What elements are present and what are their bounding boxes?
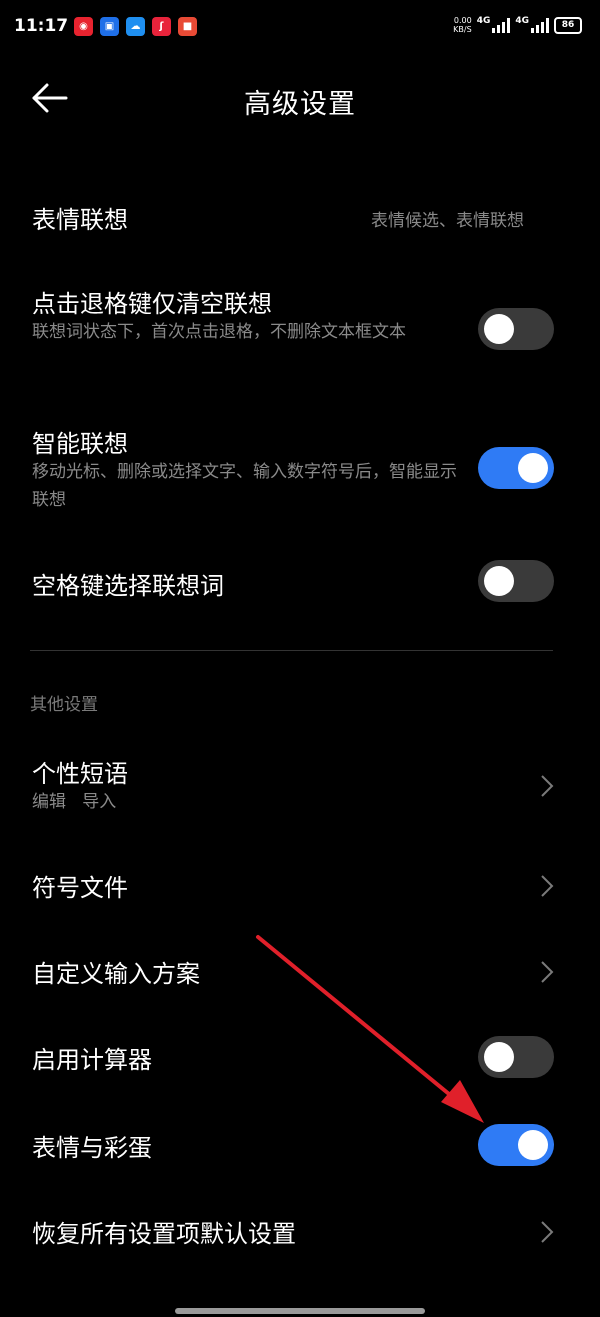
toggle-knob (484, 314, 514, 344)
section-divider (30, 650, 553, 651)
signal-icon-2 (531, 17, 549, 33)
chevron-right-icon (541, 1221, 554, 1243)
notification-icons: ◉ ▣ ☁ ʃ ■ (74, 17, 197, 36)
row-title: 智能联想 (32, 430, 128, 458)
symbol-files-row[interactable]: 符号文件 (0, 854, 600, 918)
row-title: 符号文件 (32, 874, 128, 902)
row-title: 恢复所有设置项默认设置 (32, 1220, 296, 1248)
restore-defaults-row[interactable]: 恢复所有设置项默认设置 (0, 1200, 600, 1264)
backspace-clear-row: 点击退格键仅清空联想 联想词状态下，首次点击退格，不删除文本框文本 (0, 280, 600, 380)
backspace-clear-toggle[interactable] (478, 308, 554, 350)
row-title: 空格键选择联想词 (32, 572, 224, 600)
row-subtitle: 编辑 导入 (32, 792, 117, 812)
personal-phrases-row[interactable]: 个性短语 编辑 导入 (0, 748, 600, 828)
network-speed: 0.00 KB/S (453, 16, 472, 34)
page-title: 高级设置 (244, 89, 356, 120)
row-title: 自定义输入方案 (32, 960, 200, 988)
row-title: 表情与彩蛋 (32, 1134, 152, 1162)
network-type-1: 4G (476, 16, 491, 26)
status-time: 11:17 (14, 16, 69, 36)
smart-association-toggle[interactable] (478, 447, 554, 489)
baidu-app-icon: ▣ (100, 17, 119, 36)
chevron-right-icon (541, 875, 554, 897)
signal-icon (492, 17, 511, 33)
row-title: 点击退格键仅清空联想 (32, 290, 272, 318)
toggle-knob (518, 1130, 548, 1160)
section-label: 其他设置 (30, 695, 98, 715)
emoji-easter-egg-toggle[interactable] (478, 1124, 554, 1166)
toggle-knob (518, 453, 548, 483)
network-type-2: 4G (515, 16, 529, 26)
row-title: 个性短语 (32, 760, 128, 788)
status-bar: 11:17 ◉ ▣ ☁ ʃ ■ 0.00 KB/S 4G 4G 86 (0, 0, 600, 56)
smart-association-row: 智能联想 移动光标、删除或选择文字、输入数字符号后，智能显示联想 (0, 420, 600, 520)
weibo-app-icon: ◉ (74, 17, 93, 36)
chevron-right-icon (541, 961, 554, 983)
space-select-toggle[interactable] (478, 560, 554, 602)
custom-input-scheme-row[interactable]: 自定义输入方案 (0, 940, 600, 1004)
home-indicator[interactable] (175, 1308, 425, 1314)
row-subtitle: 联想词状态下，首次点击退格，不删除文本框文本 (32, 322, 406, 342)
row-value: 表情候选、表情联想 (371, 211, 524, 231)
toggle-knob (484, 566, 514, 596)
space-select-row: 空格键选择联想词 (0, 552, 600, 612)
video-app-icon: ■ (178, 17, 197, 36)
chevron-right-icon (541, 775, 554, 797)
cloud-app-icon: ☁ (126, 17, 145, 36)
emoji-association-row[interactable]: 表情联想 表情候选、表情联想 (0, 180, 600, 254)
pinduoduo-app-icon: ʃ (152, 17, 171, 36)
row-subtitle: 移动光标、删除或选择文字、输入数字符号后，智能显示联想 (32, 462, 457, 510)
status-indicators: 0.00 KB/S 4G 4G 86 (453, 16, 582, 34)
battery-icon: 86 (554, 16, 582, 34)
emoji-easter-egg-row: 表情与彩蛋 (0, 1114, 600, 1178)
app-header: 高级设置 (0, 62, 600, 132)
calculator-toggle[interactable] (478, 1036, 554, 1078)
toggle-knob (484, 1042, 514, 1072)
row-title: 启用计算器 (32, 1046, 152, 1074)
row-title: 表情联想 (32, 206, 128, 234)
calculator-row: 启用计算器 (0, 1026, 600, 1090)
